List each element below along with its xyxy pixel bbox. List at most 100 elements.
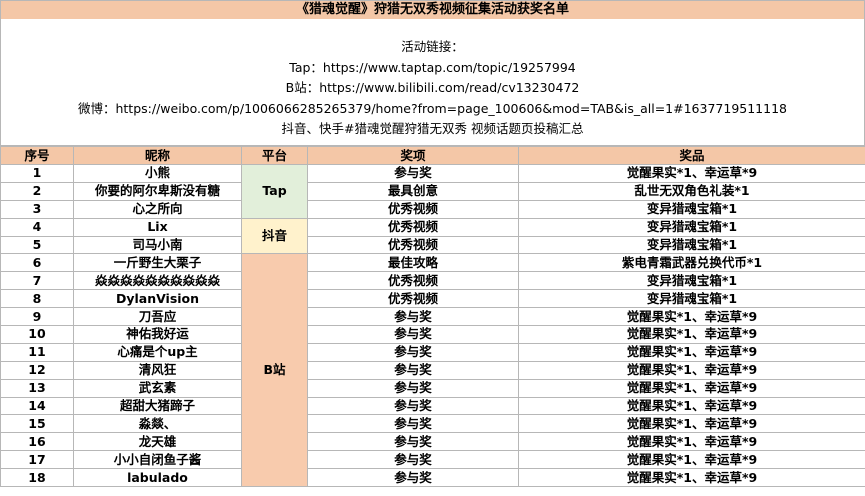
table-row: 17 小小自闭鱼子酱 参与奖 觉醒果实*1、幸运草*9	[0, 450, 865, 470]
cell-no[interactable]: 18	[0, 468, 74, 488]
cell-nickname[interactable]: 神佑我好运	[73, 325, 242, 344]
cell-prize[interactable]: 变异猎魂宝箱*1	[518, 289, 865, 309]
cell-no[interactable]: 14	[0, 396, 74, 416]
sheet-title[interactable]: 《猎魂觉醒》狩猎无双秀视频征集活动获奖名单	[0, 0, 865, 20]
cell-nickname[interactable]: labulado	[73, 468, 242, 488]
table-row: 18 labulado 参与奖 觉醒果实*1、幸运草*9	[0, 468, 865, 488]
cell-nickname[interactable]: 武玄素	[73, 378, 242, 398]
cell-nickname[interactable]: 小熊	[73, 164, 242, 183]
table-row: 11 心痛是个up主 参与奖 觉醒果实*1、幸运草*9	[0, 342, 865, 362]
cell-award[interactable]: 参与奖	[307, 396, 519, 416]
cell-no[interactable]: 5	[0, 235, 74, 255]
table-row: 14 超甜大猪蹄子 参与奖 觉醒果实*1、幸运草*9	[0, 396, 865, 416]
cell-nickname[interactable]: 心痛是个up主	[73, 342, 242, 362]
cell-prize[interactable]: 变异猎魂宝箱*1	[518, 235, 865, 255]
cell-prize[interactable]: 觉醒果实*1、幸运草*9	[518, 325, 865, 344]
table-header-row: 序号 昵称 平台 奖项 奖品	[0, 146, 865, 165]
cell-no[interactable]: 9	[0, 307, 74, 327]
cell-award[interactable]: 参与奖	[307, 342, 519, 362]
table-row: 6 一斤野生大栗子 B站 最佳攻略 紫电青霜武器兑换代币*1	[0, 253, 865, 488]
cell-no[interactable]: 3	[0, 199, 74, 219]
cell-nickname[interactable]: 你要的阿尔卑斯没有糖	[73, 181, 242, 201]
cell-award[interactable]: 参与奖	[307, 414, 519, 434]
cell-prize[interactable]: 觉醒果实*1、幸运草*9	[518, 360, 865, 380]
cell-no[interactable]: 15	[0, 414, 74, 434]
cell-prize[interactable]: 觉醒果实*1、幸运草*9	[518, 164, 865, 183]
cell-prize[interactable]: 觉醒果实*1、幸运草*9	[518, 432, 865, 452]
cell-nickname[interactable]: 一斤野生大栗子	[73, 253, 242, 273]
cell-platform-douyin[interactable]: 抖音	[241, 217, 308, 255]
cell-prize[interactable]: 觉醒果实*1、幸运草*9	[518, 468, 865, 488]
cell-no[interactable]: 12	[0, 360, 74, 380]
table-row: 9 刀吾应 参与奖 觉醒果实*1、幸运草*9	[0, 307, 865, 327]
cell-nickname[interactable]: DylanVision	[73, 289, 242, 309]
cell-award[interactable]: 参与奖	[307, 432, 519, 452]
cell-prize[interactable]: 觉醒果实*1、幸运草*9	[518, 378, 865, 398]
cell-no[interactable]: 13	[0, 378, 74, 398]
cell-nickname[interactable]: 刀吾应	[73, 307, 242, 327]
header-no[interactable]: 序号	[0, 146, 74, 165]
table-row: 12 清风狂 参与奖 觉醒果实*1、幸运草*9	[0, 360, 865, 380]
cell-nickname[interactable]: 淼燚、	[73, 414, 242, 434]
cell-award[interactable]: 参与奖	[307, 307, 519, 327]
cell-nickname[interactable]: 龙天雄	[73, 432, 242, 452]
cell-prize[interactable]: 觉醒果实*1、幸运草*9	[518, 450, 865, 470]
cell-prize[interactable]: 变异猎魂宝箱*1	[518, 271, 865, 291]
header-award[interactable]: 奖项	[307, 146, 519, 165]
cell-prize[interactable]: 乱世无双角色礼装*1	[518, 181, 865, 201]
cell-platform-tap[interactable]: Tap	[241, 164, 308, 219]
spreadsheet: 《猎魂觉醒》狩猎无双秀视频征集活动获奖名单 活动链接： Tap：https://…	[0, 0, 865, 496]
cell-nickname[interactable]: 超甜大猪蹄子	[73, 396, 242, 416]
info-line-links-label: 活动链接：	[401, 39, 464, 54]
cell-award[interactable]: 参与奖	[307, 164, 519, 183]
cell-award[interactable]: 参与奖	[307, 360, 519, 380]
cell-no[interactable]: 10	[0, 325, 74, 344]
cell-prize[interactable]: 觉醒果实*1、幸运草*9	[518, 342, 865, 362]
cell-no[interactable]: 4	[0, 217, 74, 237]
cell-award[interactable]: 参与奖	[307, 468, 519, 488]
info-line-tap: Tap：https://www.taptap.com/topic/1925799…	[289, 59, 576, 75]
cell-platform-bilibili[interactable]: B站	[241, 253, 308, 488]
cell-no[interactable]: 6	[0, 253, 74, 273]
header-prize[interactable]: 奖品	[518, 146, 865, 165]
cell-no[interactable]: 7	[0, 271, 74, 291]
cell-prize[interactable]: 变异猎魂宝箱*1	[518, 199, 865, 219]
table-row: 16 龙天雄 参与奖 觉醒果实*1、幸运草*9	[0, 432, 865, 452]
cell-award[interactable]: 最佳攻略	[307, 253, 519, 273]
cell-award[interactable]: 优秀视频	[307, 289, 519, 309]
cell-nickname[interactable]: 心之所向	[73, 199, 242, 219]
cell-nickname[interactable]: 小小自闭鱼子酱	[73, 450, 242, 470]
info-line-weibo: 微博：https://weibo.com/p/1006066285265379/…	[77, 100, 787, 116]
cell-prize[interactable]: 觉醒果实*1、幸运草*9	[518, 307, 865, 327]
table-row: 7 焱焱焱焱焱焱焱焱焱焱 优秀视频 变异猎魂宝箱*1	[0, 271, 865, 291]
cell-award[interactable]: 优秀视频	[307, 217, 519, 237]
cell-prize[interactable]: 觉醒果实*1、幸运草*9	[518, 396, 865, 416]
cell-prize[interactable]: 变异猎魂宝箱*1	[518, 217, 865, 237]
info-line-douyin-kuaishou: 抖音、快手#猎魂觉醒狩猎无双秀 视频话题页投稿汇总	[281, 121, 584, 136]
cell-no[interactable]: 16	[0, 432, 74, 452]
cell-award[interactable]: 参与奖	[307, 450, 519, 470]
cell-award[interactable]: 参与奖	[307, 325, 519, 344]
header-nickname[interactable]: 昵称	[73, 146, 242, 165]
cell-prize[interactable]: 觉醒果实*1、幸运草*9	[518, 414, 865, 434]
cell-no[interactable]: 2	[0, 181, 74, 201]
cell-nickname[interactable]: 焱焱焱焱焱焱焱焱焱焱	[73, 271, 242, 291]
header-platform[interactable]: 平台	[241, 146, 308, 165]
cell-prize[interactable]: 紫电青霜武器兑换代币*1	[518, 253, 865, 273]
cell-award[interactable]: 最具创意	[307, 181, 519, 201]
cell-no[interactable]: 11	[0, 342, 74, 362]
cell-award[interactable]: 优秀视频	[307, 235, 519, 255]
cell-award[interactable]: 优秀视频	[307, 199, 519, 219]
cell-no[interactable]: 17	[0, 450, 74, 470]
info-line-bilibili: B站：https://www.bilibili.com/read/cv13230…	[285, 80, 580, 95]
cell-nickname[interactable]: 司马小南	[73, 235, 242, 255]
cell-nickname[interactable]: 清风狂	[73, 360, 242, 380]
cell-no[interactable]: 8	[0, 289, 74, 309]
cell-nickname[interactable]: Lix	[73, 217, 242, 237]
cell-award[interactable]: 参与奖	[307, 378, 519, 398]
cell-no[interactable]: 1	[0, 164, 74, 183]
table-row: 10 神佑我好运 参与奖 觉醒果实*1、幸运草*9	[0, 325, 865, 344]
table-row: 13 武玄素 参与奖 觉醒果实*1、幸运草*9	[0, 378, 865, 398]
cell-award[interactable]: 优秀视频	[307, 271, 519, 291]
activity-info-cell[interactable]: 活动链接： Tap：https://www.taptap.com/topic/1…	[0, 19, 865, 146]
